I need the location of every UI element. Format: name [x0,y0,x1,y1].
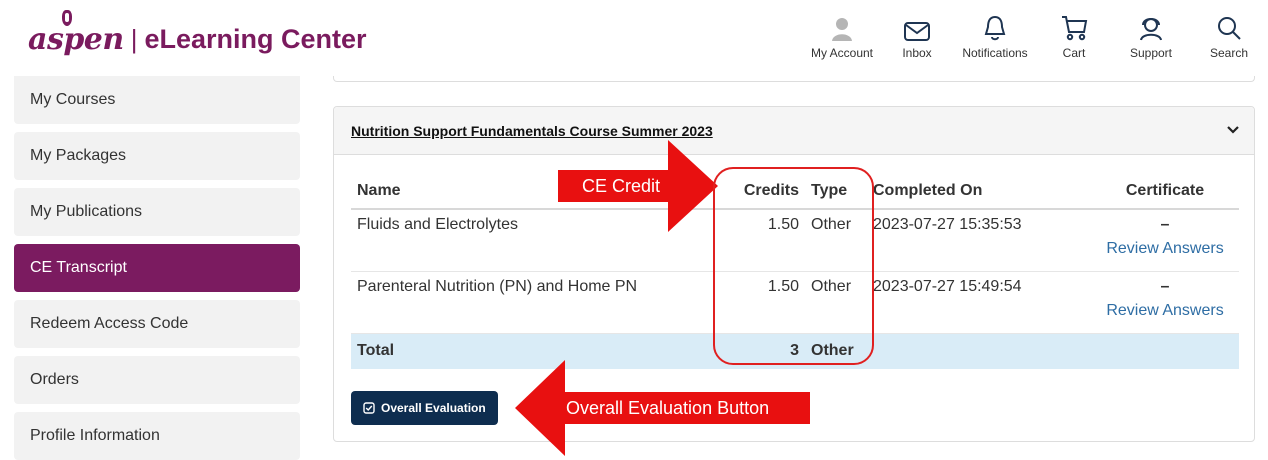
certificate-placeholder: – [1160,277,1170,295]
envelope-icon [904,22,930,41]
nav-label: Cart [1062,46,1086,60]
logo-title: eLearning Center [144,23,367,54]
nav-label: Search [1209,46,1249,60]
logo-brand: aspen [28,9,124,57]
nav-search[interactable]: Search [1196,10,1262,60]
search-icon [1218,17,1241,40]
nav-my-account[interactable]: My Account [798,10,886,60]
row-name: Parenteral Nutrition (PN) and Home PN [351,271,711,334]
nav-notifications[interactable]: Notifications [948,10,1042,60]
total-empty [869,333,1091,369]
logo-drop-icon [62,9,72,26]
bell-icon [984,15,1006,41]
review-answers-link[interactable]: Review Answers [1091,240,1239,258]
sidebar-item-orders[interactable]: Orders [14,356,300,404]
user-icon [832,18,852,41]
nav-label: Inbox [902,46,932,60]
nav-cart[interactable]: Cart [1042,10,1106,60]
sidebar-item-redeem-access-code[interactable]: Redeem Access Code [14,300,300,348]
col-completed: Completed On [869,173,1091,210]
checkbox-icon [363,402,375,414]
sidebar: My Courses My Packages My Publications C… [14,76,300,460]
row-certificate: – Review Answers [1091,209,1239,272]
nav-inbox[interactable]: Inbox [886,10,948,60]
sidebar-item-profile-information[interactable]: Profile Information [14,412,300,460]
overall-evaluation-label: Overall Evaluation [381,401,486,415]
sidebar-item-ce-transcript[interactable]: CE Transcript [14,244,300,292]
top-nav: My Account Inbox Notifications Cart Supp… [798,10,1268,66]
logo-separator: | [130,23,138,54]
overall-evaluation-annotation: Overall Evaluation Button [566,398,770,418]
ce-credit-annotation: CE Credit [582,176,661,196]
previous-panel-edge [333,76,1255,82]
credits-highlight-box [713,167,874,365]
site-header: aspen | eLearning Center My Account Inbo… [0,0,1268,78]
sidebar-item-my-publications[interactable]: My Publications [14,188,300,236]
row-certificate: – Review Answers [1091,271,1239,334]
aspen-logo[interactable]: aspen | eLearning Center [28,9,367,64]
review-answers-link[interactable]: Review Answers [1091,302,1239,320]
certificate-placeholder: – [1160,216,1170,233]
nav-label: My Account [810,46,874,60]
row-completed: 2023-07-27 15:49:54 [869,271,1091,334]
nav-support[interactable]: Support [1106,10,1196,60]
nav-label: Notifications [962,46,1028,60]
support-icon [1140,18,1162,41]
row-completed: 2023-07-27 15:35:53 [869,209,1091,272]
course-title[interactable]: Nutrition Support Fundamentals Course Su… [351,123,713,139]
sidebar-item-my-packages[interactable]: My Packages [14,132,300,180]
sidebar-item-my-courses[interactable]: My Courses [14,76,300,124]
nav-label: Support [1129,46,1173,60]
chevron-down-icon[interactable] [1226,123,1240,137]
cart-icon [1062,16,1088,41]
total-empty [1091,333,1239,369]
col-certificate: Certificate [1091,173,1239,210]
course-panel-header[interactable]: Nutrition Support Fundamentals Course Su… [334,107,1254,155]
overall-evaluation-button[interactable]: Overall Evaluation [351,391,498,425]
